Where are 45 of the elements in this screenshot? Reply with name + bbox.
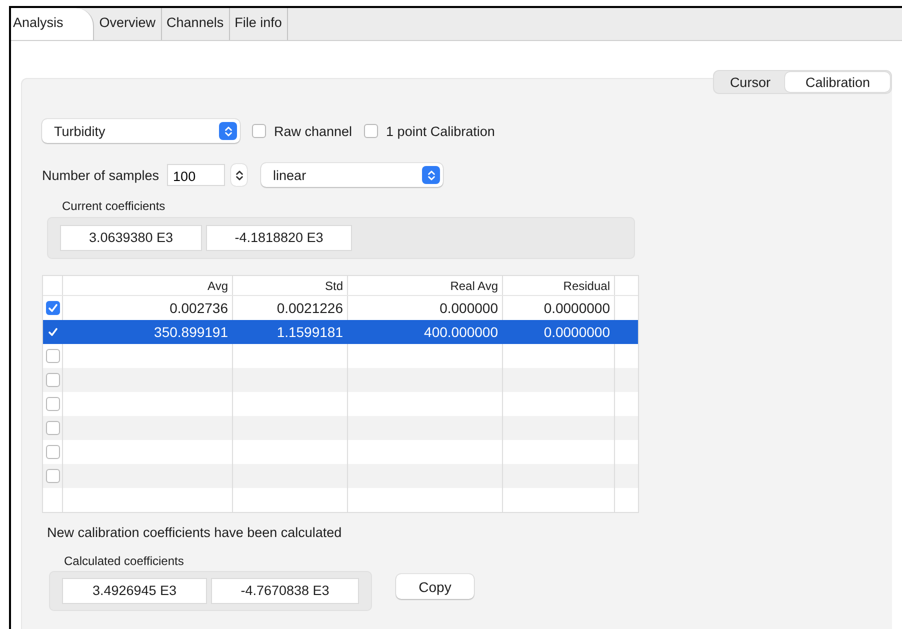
checkbox-label: Raw channel [274, 124, 352, 138]
table-cell-text: 400.000000 [423, 323, 499, 342]
tab[interactable]: Channels [162, 8, 230, 40]
tab[interactable]: File info [230, 8, 288, 40]
status-message: New calibration coefficients have been calculated [47, 525, 343, 540]
checkbox[interactable] [46, 301, 60, 315]
group-title: Current coefficients [62, 199, 166, 213]
chevron-icon [224, 124, 232, 138]
coefficient-field: 3.4926945 E3 [62, 578, 207, 604]
coefficient-field: 3.0639380 E3 [60, 225, 202, 251]
checkbox[interactable] [46, 325, 60, 339]
selected-row[interactable]: 350.899191 1.1599181 400.000000 0.0000000 [43, 320, 638, 344]
stepper[interactable] [231, 164, 248, 186]
checkbox[interactable] [46, 445, 60, 459]
tab[interactable]: Analysis [11, 8, 94, 40]
checkbox[interactable] [46, 373, 60, 387]
table-cell-text: 350.899191 [153, 323, 229, 342]
table-cell-text: 0.0000000 [542, 323, 611, 342]
column-header[interactable]: Std [233, 276, 348, 295]
coefficient-field: -4.7670838 E3 [211, 578, 359, 604]
column-header[interactable]: Avg [63, 276, 233, 295]
table-row[interactable] [43, 368, 638, 392]
checkbox[interactable] [46, 469, 60, 483]
segment[interactable]: Calibration [785, 72, 890, 92]
table-cell-text: 1.1599181 [276, 323, 344, 342]
checkbox[interactable] [252, 124, 266, 138]
coefficient-field: -4.1818820 E3 [206, 225, 352, 251]
checkbox-label: 1 point Calibration [386, 124, 495, 138]
copy-button[interactable]: Copy [396, 574, 474, 599]
checkbox[interactable] [364, 124, 378, 138]
checkbox[interactable] [46, 349, 60, 363]
table-row[interactable] [43, 464, 638, 488]
segment[interactable]: Cursor [714, 72, 786, 92]
samples-label: Number of samples [42, 168, 160, 182]
channel-dropdown[interactable]: Turbidity [42, 119, 240, 143]
column-header[interactable]: Residual [503, 276, 615, 295]
checkbox[interactable] [46, 397, 60, 411]
checkbox[interactable] [46, 421, 60, 435]
stepper-arrows-icon [234, 168, 244, 182]
group-title: Calculated coefficients [64, 554, 185, 568]
table-row[interactable] [43, 416, 638, 440]
chevron-icon [426, 168, 436, 182]
fit-dropdown[interactable]: linear [261, 163, 444, 187]
samples-field[interactable]: 100 [167, 164, 226, 186]
column-header[interactable]: Real Avg [348, 276, 503, 295]
